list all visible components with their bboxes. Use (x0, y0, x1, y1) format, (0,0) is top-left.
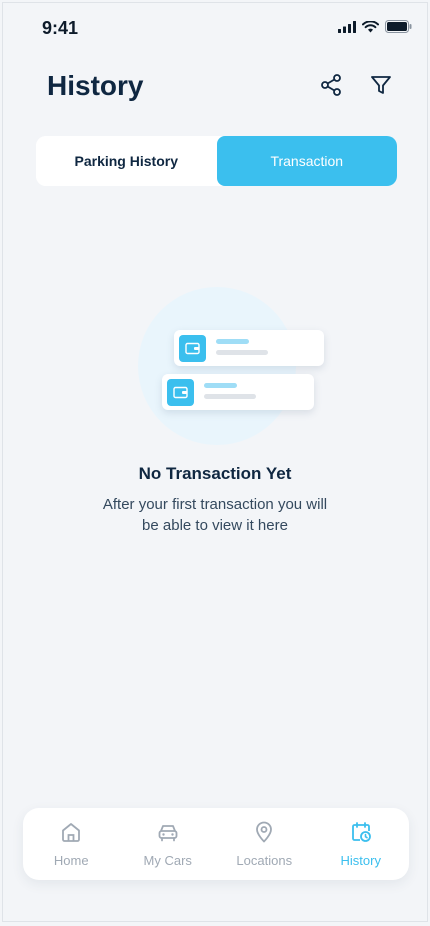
illustration-line (216, 350, 268, 355)
tab-transaction[interactable]: Transaction (216, 136, 397, 186)
cellular-signal-icon (338, 20, 356, 33)
wallet-icon (179, 335, 206, 362)
status-bar: 9:41 (0, 0, 430, 56)
nav-label-history: History (340, 853, 381, 868)
home-icon (59, 820, 83, 849)
car-icon (156, 820, 180, 849)
location-pin-icon (252, 820, 276, 849)
page-title: History (47, 70, 144, 101)
wallet-icon (167, 379, 194, 406)
status-icons (338, 20, 412, 33)
illustration-card-top (174, 330, 324, 366)
illustration-line (204, 394, 256, 399)
illustration-line (216, 339, 249, 344)
illustration-line (204, 383, 237, 388)
empty-state-illustration (130, 283, 330, 453)
header-actions (318, 72, 394, 98)
filter-icon[interactable] (368, 72, 394, 98)
status-time: 9:41 (42, 18, 79, 38)
battery-icon (385, 20, 412, 33)
nav-my-cars[interactable]: My Cars (120, 808, 217, 880)
tab-parking-history[interactable]: Parking History (36, 136, 217, 186)
illustration-background-circle (138, 287, 296, 445)
nav-label-home: Home (53, 853, 89, 868)
nav-history[interactable]: History (313, 808, 410, 880)
history-calendar-icon (349, 820, 373, 849)
share-icon[interactable] (318, 72, 344, 98)
empty-state-description: After your first transaction you will be… (102, 496, 328, 534)
illustration-card-bottom (162, 374, 314, 410)
nav-home[interactable]: Home (23, 808, 120, 880)
nav-label-locations: Locations (236, 853, 293, 868)
nav-label-my-cars: My Cars (143, 853, 192, 868)
bottom-navigation: Home My Cars Locations History (23, 808, 409, 880)
empty-state-title: No Transaction Yet (138, 464, 292, 483)
wifi-icon (362, 20, 379, 33)
history-segmented-control: Parking History Transaction (36, 136, 397, 186)
nav-locations[interactable]: Locations (216, 808, 313, 880)
